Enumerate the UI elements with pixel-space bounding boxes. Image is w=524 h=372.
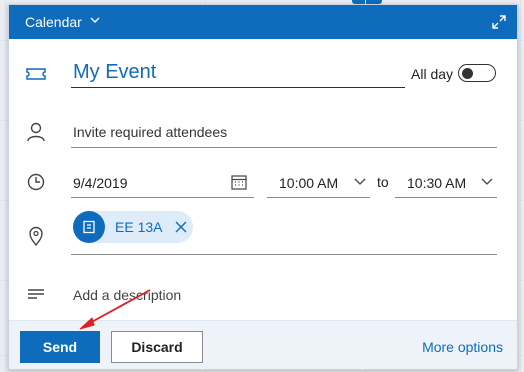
description-input[interactable]: Add a description	[73, 287, 181, 303]
ticket-icon	[25, 63, 47, 85]
expand-icon[interactable]	[491, 14, 507, 30]
chevron-down-icon	[354, 178, 366, 185]
date-value: 9/4/2019	[73, 175, 128, 191]
clock-icon	[25, 171, 47, 193]
new-event-panel: Calendar My Event All day Invite require…	[8, 4, 518, 370]
chevron-down-icon[interactable]	[90, 16, 100, 24]
start-time-value: 10:00 AM	[279, 175, 339, 191]
location-pin-icon	[25, 225, 47, 247]
event-title-input[interactable]: My Event	[71, 57, 405, 88]
start-time-dropdown[interactable]: 10:00 AM	[267, 167, 370, 198]
panel-footer: Send Discard More options	[9, 320, 517, 369]
panel-header: Calendar	[9, 5, 517, 39]
room-chip-label: EE 13A	[115, 219, 163, 235]
close-icon[interactable]	[175, 221, 187, 233]
room-avatar	[73, 211, 105, 243]
location-input[interactable]: EE 13A	[71, 207, 497, 255]
more-options-link[interactable]: More options	[422, 339, 503, 355]
building-icon	[83, 220, 95, 234]
send-button[interactable]: Send	[20, 331, 100, 363]
attendees-placeholder: Invite required attendees	[73, 124, 228, 140]
end-time-dropdown[interactable]: 10:30 AM	[395, 167, 497, 198]
text-lines-icon	[25, 283, 47, 305]
to-label: to	[377, 174, 389, 190]
calendar-icon[interactable]	[230, 173, 248, 191]
calendar-selector-label[interactable]: Calendar	[25, 14, 82, 30]
all-day-toggle[interactable]	[458, 64, 496, 82]
end-time-value: 10:30 AM	[407, 175, 467, 191]
toggle-knob	[462, 67, 473, 79]
person-icon	[25, 121, 47, 143]
date-picker[interactable]: 9/4/2019	[71, 167, 254, 198]
all-day-label: All day	[411, 66, 454, 82]
event-title-text: My Event	[73, 61, 157, 83]
room-chip[interactable]: EE 13A	[73, 211, 193, 243]
attendees-input[interactable]: Invite required attendees	[71, 117, 497, 148]
discard-button[interactable]: Discard	[111, 331, 203, 363]
chevron-down-icon	[481, 178, 493, 185]
